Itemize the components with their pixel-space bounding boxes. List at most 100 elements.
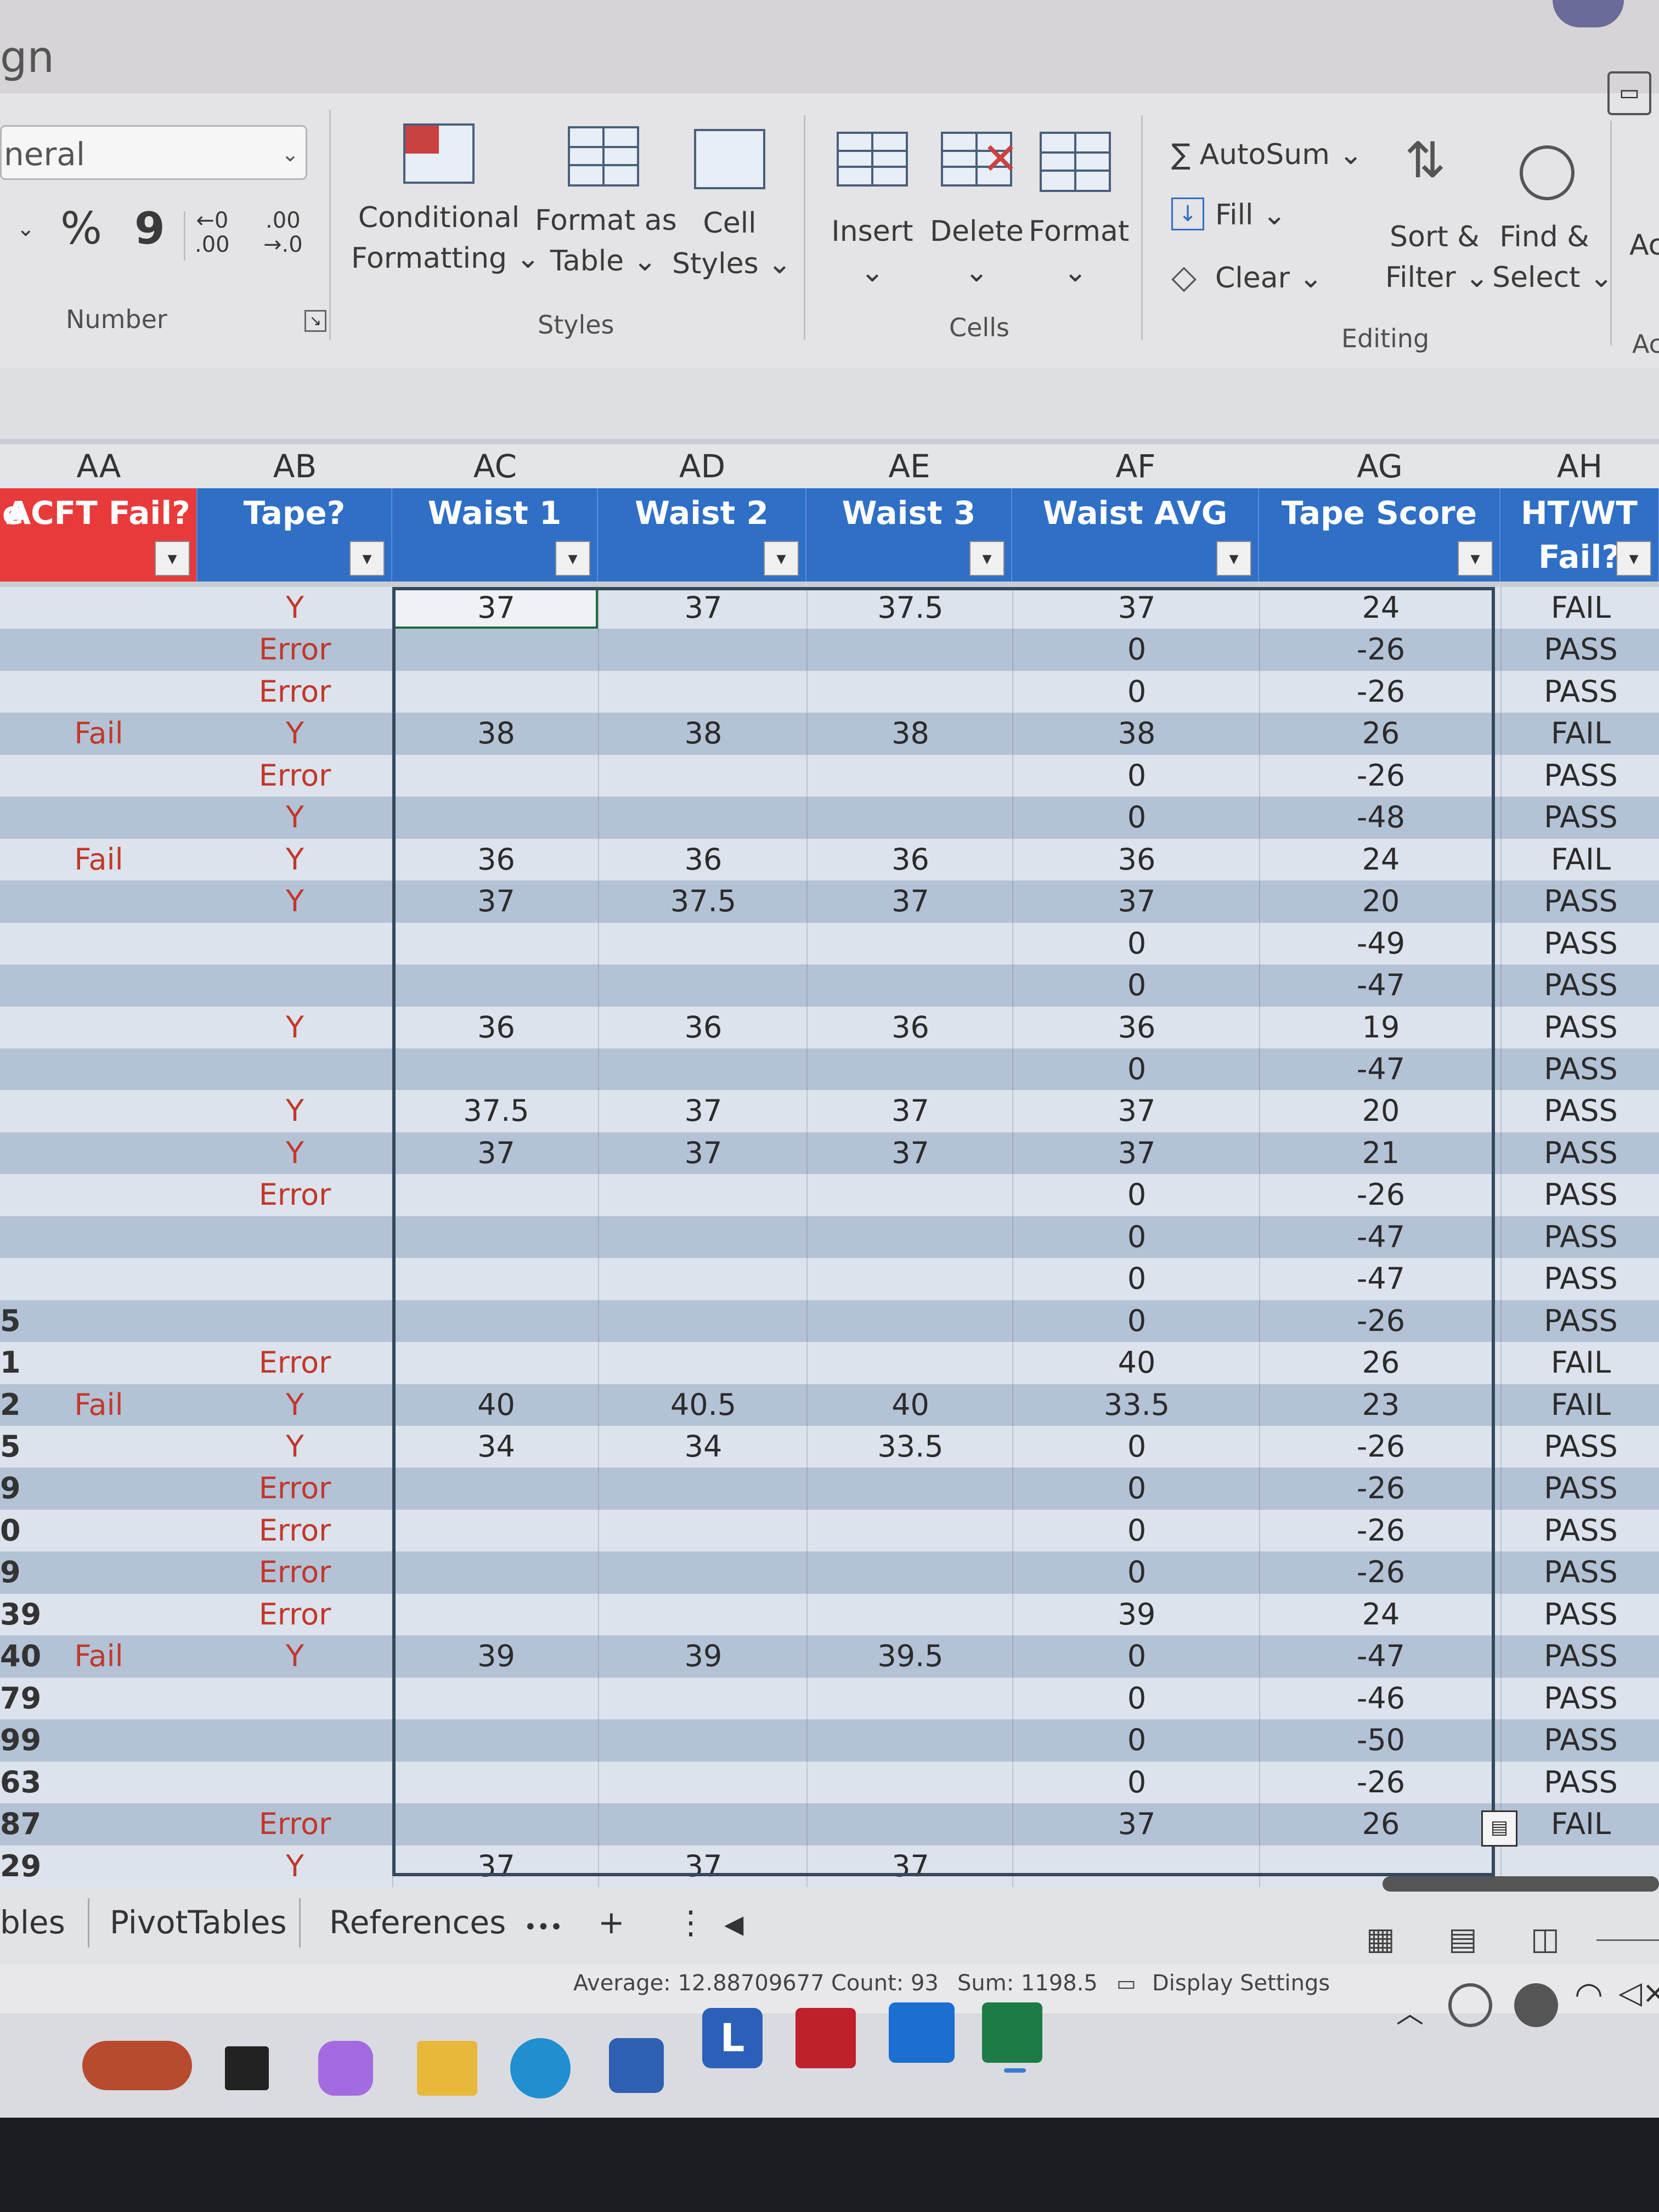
cell-aa[interactable] — [0, 1846, 198, 1887]
percent-button[interactable]: % — [60, 207, 102, 251]
column-header-af[interactable]: AF — [1012, 444, 1260, 488]
cell-ab[interactable] — [198, 1762, 392, 1803]
cell-ab[interactable]: Y — [198, 713, 392, 754]
cell-ah[interactable]: PASS — [1500, 754, 1659, 797]
cell-aa[interactable] — [0, 1300, 198, 1342]
insert-button[interactable]: Insert ⌄ — [826, 211, 919, 292]
cell-ab[interactable]: Error — [198, 629, 392, 670]
sheet-menu-button[interactable]: ⋮ — [675, 1904, 707, 1941]
column-header-ag[interactable]: AG — [1259, 444, 1502, 488]
sort-filter-button[interactable]: Sort & Filter ⌄ — [1385, 217, 1489, 298]
header-acft-fail[interactable]: e ACFT Fail? ▾ — [0, 488, 198, 582]
column-header-ah[interactable]: AH — [1500, 444, 1659, 488]
quick-analysis-icon[interactable]: ▤ — [1481, 1810, 1517, 1847]
cell-ab[interactable] — [198, 1300, 392, 1342]
cell-ab[interactable]: Error — [198, 755, 392, 797]
cell-ab[interactable]: Error — [198, 1803, 392, 1845]
cell-ah[interactable]: PASS — [1500, 1048, 1659, 1091]
filter-dropdown-icon[interactable]: ▾ — [1616, 541, 1651, 576]
header-waist-2[interactable]: Waist 2 ▾ — [598, 488, 806, 582]
cell-ab[interactable]: Error — [198, 1594, 392, 1635]
cell-ah[interactable]: FAIL — [1500, 587, 1659, 629]
cell-ah[interactable]: PASS — [1500, 629, 1659, 671]
cell-ah[interactable]: PASS — [1500, 1761, 1659, 1804]
cell-ab[interactable]: Y — [198, 881, 392, 922]
clear-button[interactable]: Clear ⌄ — [1215, 258, 1323, 298]
cell-aa[interactable] — [0, 1762, 198, 1803]
cell-ab[interactable]: Y — [198, 1090, 392, 1132]
comment-icon[interactable]: ▭ — [1607, 71, 1651, 115]
task-view-icon[interactable] — [225, 2046, 269, 2090]
cell-aa[interactable] — [0, 1468, 198, 1509]
cell-ab[interactable]: Error — [198, 1468, 392, 1509]
cell-ah[interactable]: PASS — [1500, 1426, 1659, 1468]
dialog-launcher-icon[interactable]: ↘ — [304, 310, 326, 332]
cell-ab[interactable] — [198, 1258, 392, 1300]
display-settings-button[interactable]: Display Settings — [1152, 1964, 1330, 2002]
cell-ab[interactable]: Y — [198, 1007, 392, 1048]
cell-ab[interactable] — [198, 1216, 392, 1258]
cell-ab[interactable]: Y — [198, 1384, 392, 1426]
cell-aa[interactable] — [0, 1216, 198, 1258]
cell-ab[interactable]: Y — [198, 1132, 392, 1174]
cell-aa[interactable]: Fail — [0, 839, 198, 881]
increase-decimal-button[interactable]: ←0 .00 — [195, 208, 230, 257]
page-break-view-icon[interactable]: ◫ — [1531, 1920, 1560, 1959]
cell-ah[interactable]: PASS — [1500, 1132, 1659, 1175]
cell-ab[interactable]: Error — [198, 1551, 392, 1593]
filter-dropdown-icon[interactable]: ▾ — [155, 541, 190, 576]
fruit-widget-icon[interactable] — [82, 2041, 192, 2090]
cell-ah[interactable]: PASS — [1500, 1719, 1659, 1762]
cell-aa[interactable] — [0, 1678, 198, 1719]
number-format-dropdown[interactable]: neral ⌄ — [0, 125, 307, 180]
cell-ab[interactable]: Y — [198, 1635, 392, 1677]
header-waist-3[interactable]: Waist 3 ▾ — [806, 488, 1012, 582]
cell-aa[interactable] — [0, 1132, 198, 1174]
cell-ab[interactable]: Error — [198, 1510, 392, 1551]
cell-ah[interactable]: PASS — [1500, 1593, 1659, 1636]
column-header-ab[interactable]: AB — [198, 444, 393, 488]
column-header-ac[interactable]: AC — [392, 444, 599, 488]
conditional-formatting-button[interactable]: Conditional Formatting ⌄ — [351, 198, 540, 279]
sync-icon[interactable] — [1448, 1983, 1492, 2027]
cell-ab[interactable] — [198, 1719, 392, 1761]
cell-aa[interactable] — [0, 1594, 198, 1635]
cell-ah[interactable]: PASS — [1500, 1006, 1659, 1048]
scroll-tabs-left-button[interactable]: ◀ — [724, 1909, 743, 1939]
header-waist-avg[interactable]: Waist AVG ▾ — [1012, 488, 1259, 582]
cell-ah[interactable]: PASS — [1500, 1468, 1659, 1510]
cell-ah[interactable]: FAIL — [1500, 713, 1659, 755]
fill-button[interactable]: Fill ⌄ — [1215, 195, 1286, 235]
cell-ah[interactable]: PASS — [1500, 797, 1659, 839]
cell-ah[interactable]: PASS — [1500, 922, 1659, 965]
cell-ah[interactable]: FAIL — [1500, 1384, 1659, 1426]
column-header-ae[interactable]: AE — [806, 444, 1013, 488]
filter-dropdown-icon[interactable]: ▾ — [1458, 541, 1493, 576]
column-header-ad[interactable]: AD — [598, 444, 808, 488]
cell-ah[interactable]: FAIL — [1500, 1803, 1659, 1846]
cell-aa[interactable] — [0, 1510, 198, 1551]
cell-aa[interactable]: Fail — [0, 1635, 198, 1677]
add-sheet-button[interactable]: + — [598, 1904, 625, 1941]
cell-ah[interactable]: PASS — [1500, 670, 1659, 713]
header-waist-1[interactable]: Waist 1 ▾ — [392, 488, 598, 582]
find-select-button[interactable]: Find & Select ⌄ — [1492, 217, 1613, 298]
cell-ab[interactable] — [198, 964, 392, 1006]
filter-dropdown-icon[interactable]: ▾ — [1216, 541, 1251, 576]
volume-muted-icon[interactable]: ◁× — [1618, 1975, 1659, 2011]
zoom-slider[interactable] — [1596, 1939, 1659, 1941]
cell-aa[interactable] — [0, 629, 198, 670]
outlook-icon[interactable] — [889, 2002, 955, 2063]
cell-ah[interactable]: PASS — [1500, 1216, 1659, 1259]
cell-ab[interactable]: Y — [198, 839, 392, 881]
cell-ah[interactable]: PASS — [1500, 1258, 1659, 1300]
cell-ab[interactable] — [198, 923, 392, 964]
column-header-aa[interactable]: AA — [0, 444, 199, 488]
cell-ah[interactable]: FAIL — [1500, 838, 1659, 881]
cell-aa[interactable] — [0, 671, 198, 713]
cell-aa[interactable] — [0, 797, 198, 838]
sheet-tab-bles[interactable]: bles — [0, 1904, 65, 1941]
cell-ab[interactable]: Y — [198, 587, 392, 629]
autosum-button[interactable]: ∑ AutoSum ⌄ — [1171, 134, 1363, 175]
launcher-app-icon[interactable]: L — [702, 2008, 763, 2068]
